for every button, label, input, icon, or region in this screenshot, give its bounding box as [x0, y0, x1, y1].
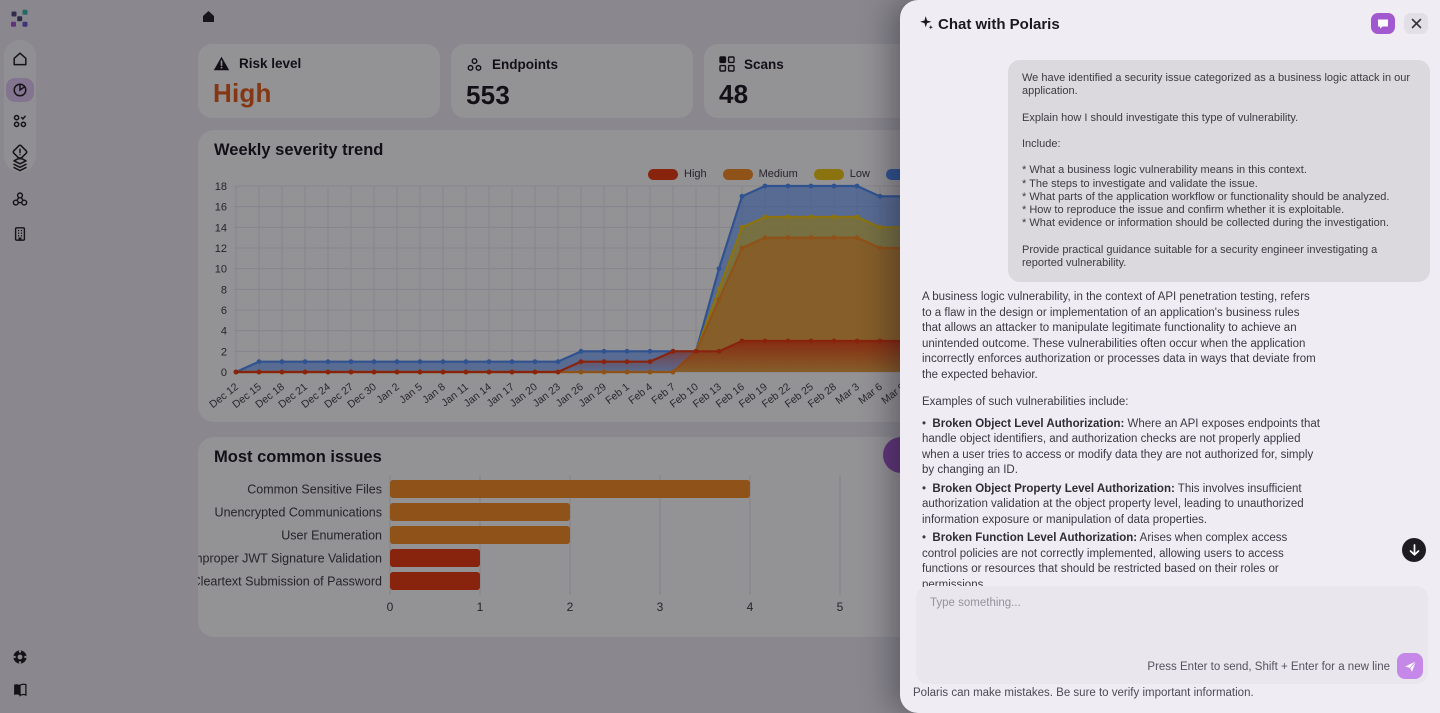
assistant-examples-heading: Examples of such vulnerabilities include… [922, 395, 1320, 411]
paper-plane-icon [1404, 660, 1417, 673]
assistant-bullet: • Broken Object Level Authorization: Whe… [922, 417, 1320, 479]
assistant-bullet: • Broken Function Level Authorization: A… [922, 531, 1320, 593]
chat-disclaimer: Polaris can make mistakes. Be sure to ve… [913, 687, 1254, 699]
assistant-bullet: • Broken Object Property Level Authoriza… [922, 482, 1320, 529]
chat-title: Chat with Polaris [938, 16, 1060, 33]
close-icon [1411, 18, 1422, 29]
scroll-to-bottom-button[interactable] [1402, 538, 1426, 562]
new-chat-button[interactable] [1371, 13, 1395, 34]
assistant-intro: A business logic vulnerability, in the c… [922, 290, 1320, 383]
new-chat-icon [1377, 18, 1389, 30]
chat-input[interactable]: Type something... Press Enter to send, S… [916, 586, 1428, 684]
chat-header: Chat with Polaris [900, 0, 1440, 48]
assistant-bullets: • Broken Object Level Authorization: Whe… [922, 417, 1320, 594]
sparkle-icon [919, 15, 934, 30]
send-button[interactable] [1397, 653, 1423, 679]
user-message-bubble: We have identified a security issue cate… [1008, 60, 1430, 282]
assistant-message: A business logic vulnerability, in the c… [922, 290, 1320, 593]
chat-input-placeholder: Type something... [930, 597, 1021, 609]
close-chat-button[interactable] [1404, 13, 1428, 34]
arrow-down-icon [1409, 544, 1420, 556]
chat-panel: Chat with Polaris We have identified a s… [900, 0, 1440, 713]
send-hint: Press Enter to send, Shift + Enter for a… [1147, 661, 1390, 673]
app-window: Risk level High Endpoints 553 S [0, 0, 1440, 713]
